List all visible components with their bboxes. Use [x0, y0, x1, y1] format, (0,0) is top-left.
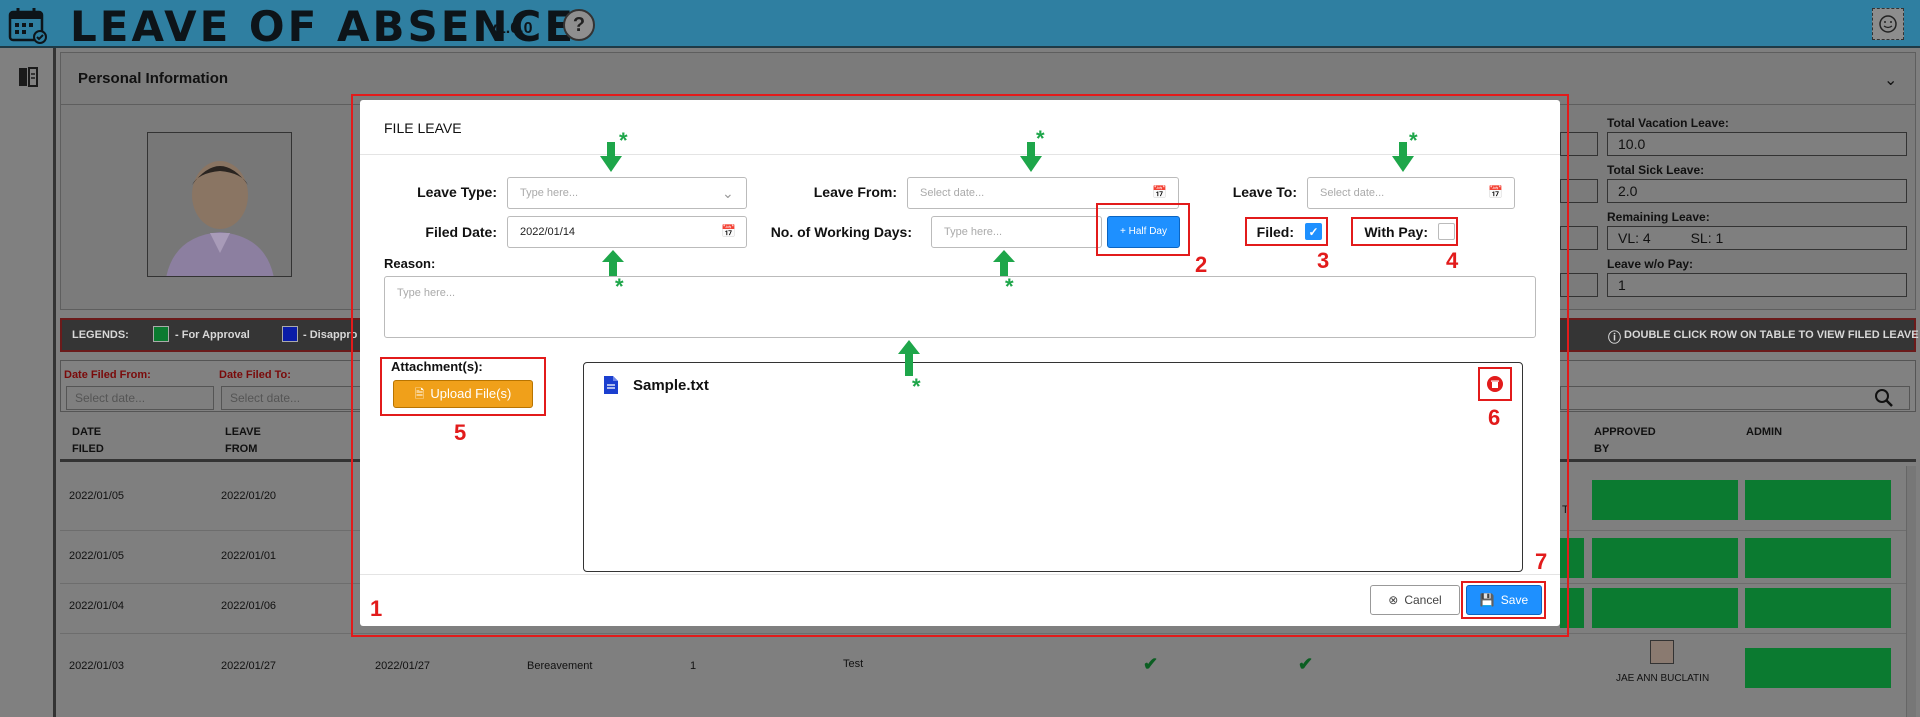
annotation-box-half-day [1096, 203, 1190, 256]
search-icon[interactable] [1874, 388, 1894, 413]
calendar-logo-icon [8, 6, 48, 44]
help-button[interactable]: ? [563, 9, 595, 41]
left-sidebar [0, 48, 56, 717]
row4-approver: JAE ANN BUCLATIN [1616, 673, 1710, 684]
legend-title: LEGENDS: [72, 329, 129, 341]
date-filed-from-label: Date Filed From: [64, 369, 151, 381]
row1-date-filed: 2022/01/05 [69, 490, 125, 502]
table-scrollbar[interactable] [1906, 466, 1916, 717]
row4-leave-type: Bereavement [527, 660, 593, 672]
annotation-box-with-pay [1351, 217, 1458, 246]
col-approved-by-line1: APPROVED [1594, 426, 1656, 438]
leave-without-pay-label: Leave w/o Pay: [1607, 257, 1694, 271]
row3-admin-cell [1745, 588, 1891, 628]
row4-filed-check-icon: ✔ [1143, 654, 1159, 674]
filter-search-input[interactable] [1560, 386, 1910, 410]
col-admin: ADMIN [1746, 426, 1783, 438]
annotation-number: 5 [454, 420, 467, 445]
profile-photo [147, 132, 292, 277]
row1-leave-from: 2022/01/20 [221, 490, 277, 502]
required-star: * [1005, 274, 1014, 299]
col-leave-from-line1: LEAVE [225, 426, 261, 438]
required-star: * [912, 374, 921, 399]
col-date-filed-line2: FILED [72, 443, 104, 455]
row2-leave-from: 2022/01/01 [221, 550, 277, 562]
remaining-leave-label: Remaining Leave: [1607, 210, 1710, 224]
row1-admin-cell [1745, 480, 1891, 520]
annotation-number: 3 [1317, 248, 1330, 273]
approver-avatar [1650, 640, 1674, 664]
chevron-down-icon[interactable]: ⌄ [1884, 70, 1897, 90]
required-star: * [1036, 126, 1045, 151]
col-date-filed-line1: DATE [72, 426, 102, 438]
leave-without-pay-value: 1 [1607, 273, 1907, 297]
row4-days: 1 [690, 660, 697, 672]
total-sick-value: 2.0 [1607, 179, 1907, 203]
date-filed-to-input[interactable]: Select date... [221, 386, 361, 410]
legend-approval-label: - For Approval [175, 329, 250, 341]
annotation-box-delete [1478, 367, 1512, 401]
legend-disapproved-swatch [282, 326, 298, 342]
date-filed-from-input[interactable]: Select date... [66, 386, 214, 410]
remaining-sl: SL: 1 [1690, 230, 1724, 246]
legend-info-icon: ⓘ [1608, 330, 1622, 345]
annotation-number: 1 [370, 596, 383, 621]
col-date-filed: DATE FILED [72, 424, 104, 458]
legend-disapproved-label: - Disappro [303, 329, 358, 341]
annotation-number: 7 [1535, 549, 1548, 574]
row4-admin-cell [1745, 648, 1891, 688]
app-version: v1.0.0 [488, 20, 533, 37]
smiley-icon [1879, 15, 1897, 33]
date-filed-to-label: Date Filed To: [219, 369, 291, 381]
row4-reason: Test [843, 658, 864, 670]
annotation-box-save [1461, 581, 1546, 619]
required-star: * [619, 128, 628, 153]
annotation-number: 2 [1195, 252, 1208, 277]
legend-approval-swatch [153, 326, 169, 342]
document-nav-icon[interactable] [18, 66, 38, 88]
col-leave-from-line2: FROM [225, 443, 258, 455]
row4-pay-check-icon: ✔ [1298, 654, 1314, 674]
personal-info-title: Personal Information [78, 70, 229, 87]
required-star: * [1409, 128, 1418, 153]
remaining-leave-value: VL: 4 SL: 1 [1607, 226, 1907, 250]
row4-date-filed: 2022/01/03 [69, 660, 125, 672]
row1-approved-cell [1592, 480, 1738, 520]
col-approved-by-line2: BY [1594, 443, 1610, 455]
row2-date-filed: 2022/01/05 [69, 550, 125, 562]
row4-leave-to: 2022/01/27 [375, 660, 431, 672]
row2-admin-cell [1745, 538, 1891, 578]
legend-hint: DOUBLE CLICK ROW ON TABLE TO VIEW FILED … [1624, 329, 1919, 341]
row4-leave-from: 2022/01/27 [221, 660, 277, 672]
annotation-box-filed [1245, 217, 1328, 246]
col-leave-from: LEAVE FROM [225, 424, 261, 458]
required-star: * [615, 274, 624, 299]
row3-leave-from: 2022/01/06 [221, 600, 277, 612]
row3-date-filed: 2022/01/04 [69, 600, 125, 612]
row2-approved-cell [1592, 538, 1738, 578]
col-approved-by: APPROVED BY [1594, 424, 1656, 458]
annotation-number: 4 [1446, 248, 1459, 273]
annotation-number: 6 [1488, 405, 1501, 430]
total-vacation-value: 10.0 [1607, 132, 1907, 156]
total-vacation-label: Total Vacation Leave: [1607, 116, 1729, 130]
user-menu-button[interactable] [1872, 8, 1904, 40]
row3-approved-cell [1592, 588, 1738, 628]
annotation-box-upload [380, 357, 546, 416]
total-sick-label: Total Sick Leave: [1607, 163, 1705, 177]
remaining-vl: VL: 4 [1618, 230, 1651, 246]
